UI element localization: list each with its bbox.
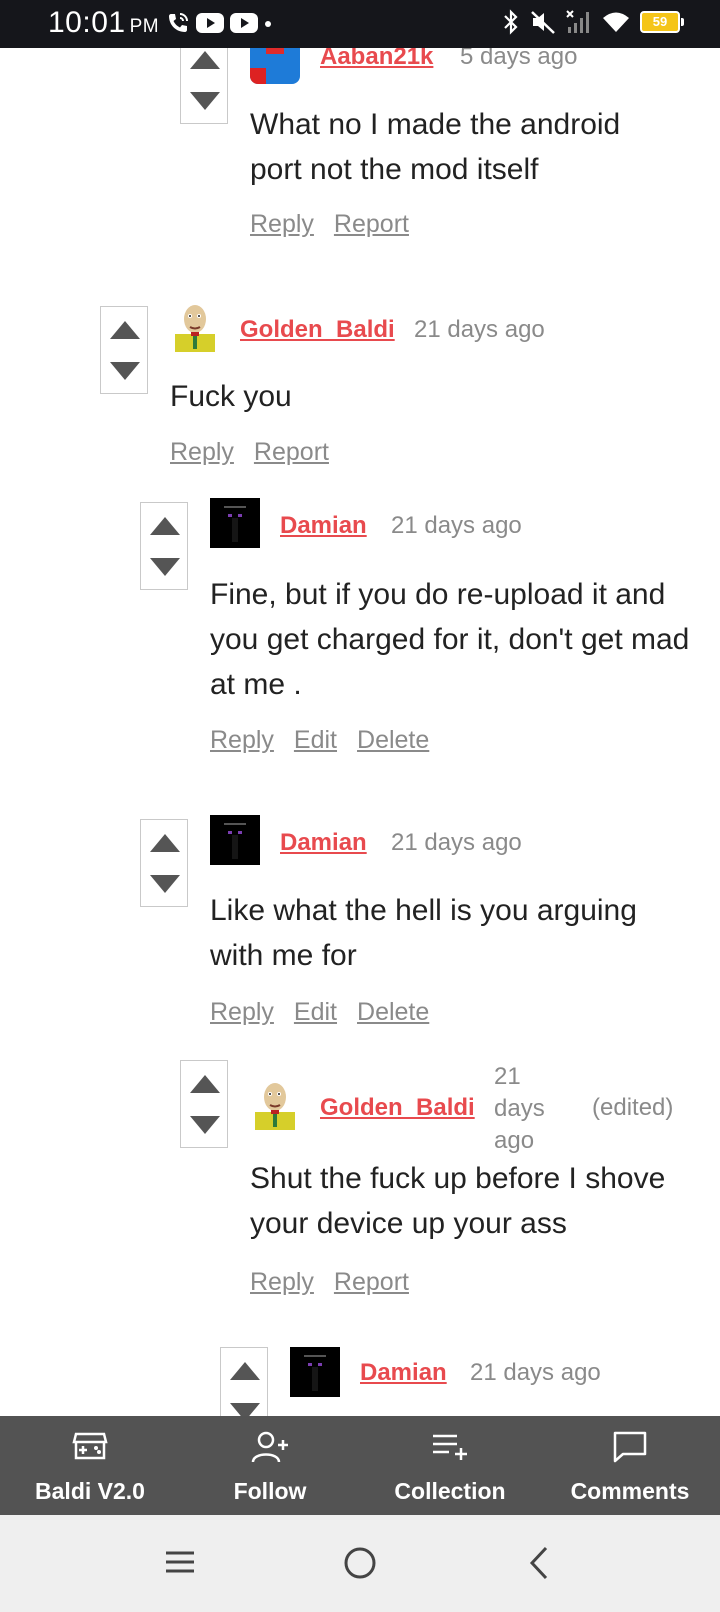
vote-box — [140, 819, 188, 907]
comment-body: Shut the fuck up before I shove your dev… — [250, 1162, 666, 1240]
comment-time: 21 days ago — [414, 316, 545, 343]
upvote-button[interactable] — [190, 51, 220, 69]
report-link[interactable]: Report — [334, 210, 409, 239]
avatar[interactable] — [290, 1347, 340, 1397]
avatar[interactable] — [210, 815, 260, 865]
recent-apps-icon[interactable] — [163, 1545, 197, 1579]
comment-actions: Reply Report — [170, 438, 329, 467]
comment-actions: Reply Report — [250, 1268, 409, 1297]
reply-link[interactable]: Reply — [250, 210, 314, 239]
avatar[interactable] — [250, 1080, 300, 1130]
comment-body: Fine, but if you do re-upload it and you… — [210, 578, 690, 701]
edit-link[interactable]: Edit — [294, 726, 337, 755]
delete-link[interactable]: Delete — [357, 998, 429, 1027]
edit-link[interactable]: Edit — [294, 998, 337, 1027]
vote-box — [180, 48, 228, 124]
comment-actions: Reply Edit Delete — [210, 726, 429, 755]
comment-username[interactable]: Aaban21k — [320, 48, 433, 71]
avatar[interactable] — [170, 302, 220, 352]
game-action-bar: Baldi V2.0 Follow Collection Comments — [0, 1416, 720, 1515]
upvote-button[interactable] — [150, 517, 180, 535]
reply-link[interactable]: Reply — [210, 998, 274, 1027]
youtube-icon — [230, 13, 258, 33]
comment-username[interactable]: Damian — [360, 1359, 447, 1387]
notification-icons — [166, 11, 272, 35]
back-icon[interactable] — [522, 1545, 556, 1581]
comment-actions: Reply Report — [250, 210, 409, 239]
vote-box — [100, 306, 148, 394]
comment-body: Like what the hell is you arguing with m… — [210, 894, 637, 972]
home-icon[interactable] — [342, 1545, 378, 1581]
status-time: 10:01 PM — [48, 6, 160, 39]
downvote-button[interactable] — [110, 362, 140, 380]
upvote-button[interactable] — [110, 321, 140, 339]
add-to-list-icon — [433, 1434, 467, 1460]
edited-label: (edited) — [592, 1094, 674, 1121]
collection-button[interactable]: Collection — [360, 1416, 540, 1515]
report-link[interactable]: Report — [334, 1268, 409, 1297]
avatar[interactable] — [250, 48, 300, 84]
action-bar-label: Baldi V2.0 — [35, 1478, 145, 1504]
add-person-icon — [251, 1431, 288, 1463]
game-page-button[interactable]: Baldi V2.0 — [0, 1416, 180, 1515]
wifi-call-icon — [169, 13, 188, 32]
upvote-button[interactable] — [150, 834, 180, 852]
follow-button[interactable]: Follow — [180, 1416, 360, 1515]
comments-list: Aaban21k 5 days ago What no I made the a… — [0, 48, 720, 1416]
comment-username[interactable]: Damian — [280, 512, 367, 540]
reply-link[interactable]: Reply — [250, 1268, 314, 1297]
upvote-button[interactable] — [190, 1075, 220, 1093]
wifi-icon — [603, 12, 629, 32]
downvote-button[interactable] — [150, 558, 180, 576]
vote-box — [140, 502, 188, 590]
mute-icon — [531, 11, 555, 34]
comment-bubble-icon — [613, 1431, 647, 1463]
downvote-button[interactable] — [230, 1403, 260, 1416]
comment-body: Fuck you — [170, 380, 292, 413]
comment-time: 21 days ago — [494, 1063, 545, 1154]
comment-time: 21 days ago — [470, 1359, 601, 1386]
system-nav-bar — [0, 1515, 720, 1612]
comment-time: 21 days ago — [391, 512, 522, 539]
game-controller-icon — [72, 1432, 108, 1460]
delete-link[interactable]: Delete — [357, 726, 429, 755]
signal-icon — [566, 10, 589, 33]
bluetooth-icon — [504, 9, 518, 35]
reply-link[interactable]: Reply — [170, 438, 234, 467]
battery-icon: 59 — [640, 11, 684, 33]
action-bar-label: Collection — [394, 1478, 506, 1504]
status-bar: 10:01 PM 59 — [0, 0, 720, 48]
baldi-avatar-icon — [175, 305, 215, 352]
avatar[interactable] — [210, 498, 260, 548]
baldi-avatar-icon — [255, 1083, 295, 1130]
upvote-button[interactable] — [230, 1362, 260, 1380]
comment-username[interactable]: Golden_Baldi — [320, 1094, 475, 1122]
comment-username[interactable]: Golden_Baldi — [240, 316, 395, 344]
report-link[interactable]: Report — [254, 438, 329, 467]
downvote-button[interactable] — [190, 92, 220, 110]
comment-actions: Reply Edit Delete — [210, 998, 429, 1027]
action-bar-label: Follow — [233, 1478, 307, 1504]
comment-time: 21 days ago — [391, 829, 522, 856]
comment-username[interactable]: Damian — [280, 829, 367, 857]
comment-time: 5 days ago — [460, 48, 578, 70]
system-icons: 59 — [502, 9, 684, 35]
comments-button[interactable]: Comments — [540, 1416, 720, 1515]
vote-box — [180, 1060, 228, 1148]
youtube-icon — [196, 13, 224, 33]
vote-box — [220, 1347, 268, 1416]
reply-link[interactable]: Reply — [210, 726, 274, 755]
more-notifications-dot-icon — [265, 21, 271, 27]
downvote-button[interactable] — [190, 1116, 220, 1134]
comment-body: What no I made the android port not the … — [250, 108, 621, 186]
downvote-button[interactable] — [150, 875, 180, 893]
action-bar-label: Comments — [570, 1478, 690, 1504]
